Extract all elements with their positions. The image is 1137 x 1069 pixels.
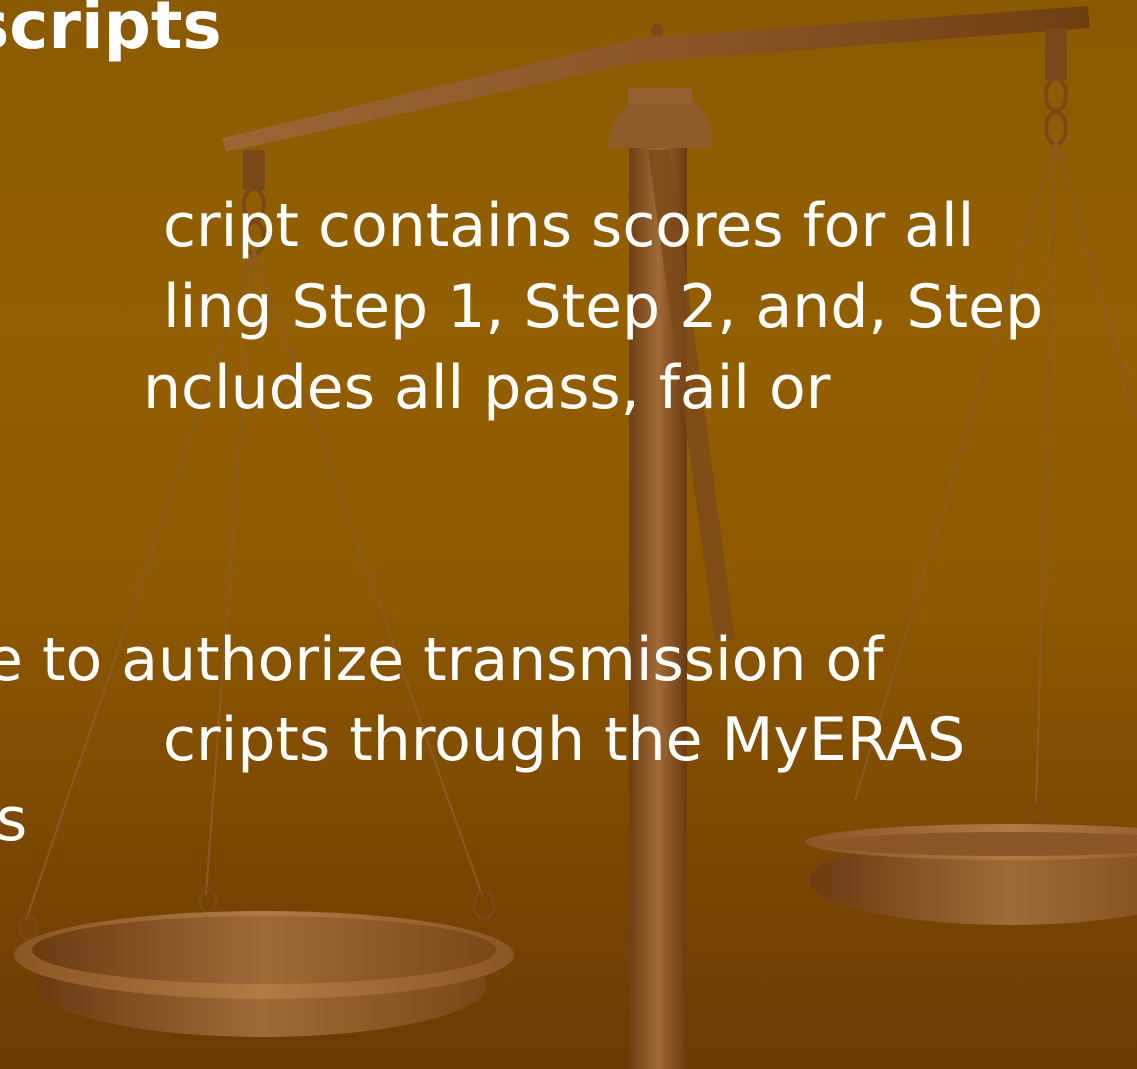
- bullet-text-line: e to authorize transmission of: [0, 625, 884, 695]
- bullet-text-line: ling Step 1, Step 2, and, Step: [163, 272, 1044, 342]
- bullet-text-line: s: [0, 785, 28, 855]
- bullet-text-line: cript contains scores for all: [163, 191, 975, 261]
- slide-title: scripts: [0, 0, 222, 64]
- bullet-text-line: cripts through the MyERAS: [163, 705, 966, 775]
- bullet-text-line: ncludes all pass, fail or: [143, 353, 831, 423]
- slide-content: scripts cript contains scores for all li…: [0, 0, 1137, 1069]
